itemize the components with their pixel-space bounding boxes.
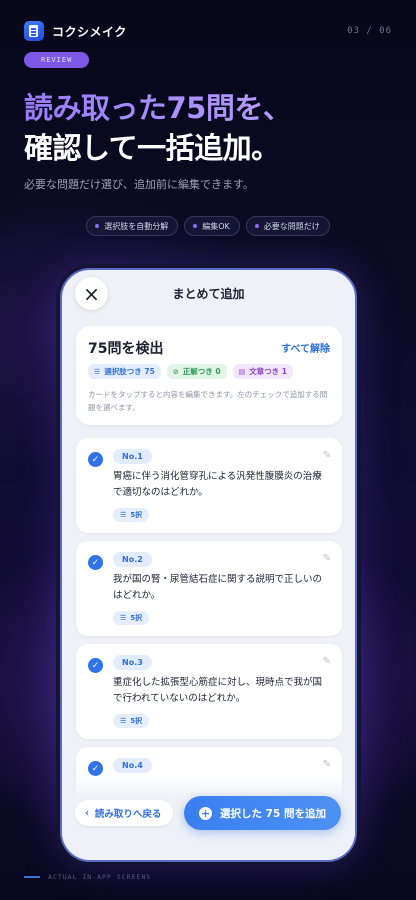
brand: コクシメイク	[24, 21, 127, 41]
question-number: No.1	[113, 449, 152, 464]
summary-hint: カードをタップすると内容を編集できます。左のチェックで追加する問題を選べます。	[88, 390, 328, 412]
question-text: 胃癌に伴う消化管穿孔による汎発性腹膜炎の治療で適切なのはどれか。	[113, 471, 322, 498]
document-icon: ▤	[238, 367, 246, 376]
screen-title: まとめて追加	[172, 287, 245, 301]
clear-all-button[interactable]: すべて解除	[281, 340, 330, 355]
question-text: 重症化した拡張型心筋症に対し、現時点で我が国で行われていないのはどれか。	[113, 677, 323, 704]
feature-chip-label: 編集OK	[202, 221, 230, 231]
choice-count-badge: ☰ 5択	[113, 508, 150, 522]
question-checkbox[interactable]: ✓	[88, 658, 103, 673]
tag-label: 選択肢つき 75	[104, 367, 155, 376]
footer-label: ACTUAL IN-APP SCREENS	[48, 873, 152, 881]
question-card[interactable]: ✓ No.2 ✎ 我が国の腎・尿管結石症に関する説明で正しいのはどれか。 ☰ 5択	[76, 541, 342, 636]
headline-line-1: 読み取った75問を、	[24, 88, 292, 128]
app-name: コクシメイク	[52, 24, 127, 39]
tag-with-answers: ⊘ 正解つき 0	[166, 364, 227, 379]
choice-count-label: 5択	[130, 614, 143, 622]
list-icon: ☰	[94, 367, 101, 376]
back-to-scan-button[interactable]: ‹ 読み取りへ戻る	[75, 800, 174, 826]
summary-card: 75問を検出 すべて解除 ☰ 選択肢つき 75 ⊘ 正解つき 0 ▤ 文章つき 1 カ…	[76, 326, 342, 425]
check-circle-icon: ⊘	[172, 367, 179, 376]
edit-icon[interactable]: ✎	[323, 656, 331, 667]
edit-icon[interactable]: ✎	[323, 450, 331, 461]
footer: ACTUAL IN-APP SCREENS	[24, 873, 151, 881]
question-card[interactable]: ✓ No.3 ✎ 重症化した拡張型心筋症に対し、現時点で我が国で行われていないの…	[76, 644, 342, 739]
section-badge: REVIEW	[24, 52, 90, 68]
edit-icon[interactable]: ✎	[323, 759, 331, 770]
subcopy: 必要な問題だけ選び、追加前に編集できます。	[24, 178, 254, 191]
question-text: 我が国の腎・尿管結石症に関する説明で正しいのはどれか。	[113, 574, 323, 601]
question-number: No.3	[113, 655, 152, 670]
feature-chip: 編集OK	[184, 216, 240, 236]
checkmark-icon: ✓	[91, 557, 100, 568]
feature-chip: 選択肢を自動分解	[86, 216, 179, 236]
dot-icon	[193, 224, 198, 228]
headline: 読み取った75問を、 確認して一括追加。	[24, 88, 292, 168]
phone-screen: × まとめて追加 75問を検出 すべて解除 ☰ 選択肢つき 75 ⊘ 正解つき 0 …	[60, 268, 357, 862]
checkmark-icon: ✓	[91, 454, 100, 465]
choice-count-badge: ☰ 5択	[113, 714, 150, 728]
question-number: No.2	[113, 552, 152, 567]
feature-chip-label: 選択肢を自動分解	[104, 221, 169, 231]
chevron-left-icon: ‹	[85, 807, 89, 819]
detected-count: 75問を検出	[88, 341, 164, 357]
tag-with-passages: ▤ 文章つき 1	[232, 364, 294, 379]
top-bar: コクシメイク 03 / 06	[24, 20, 392, 42]
app-logo-icon	[24, 21, 44, 41]
choice-count-label: 5択	[130, 717, 143, 725]
footer-divider	[24, 876, 40, 878]
add-button-label: 選択した 75 問を追加	[220, 807, 326, 820]
checkmark-icon: ✓	[91, 763, 100, 774]
page-indicator: 03 / 06	[347, 26, 392, 36]
list-icon: ☰	[120, 717, 127, 725]
feature-chip: 必要な問題だけ	[245, 216, 330, 236]
tag-label: 文章つき 1	[249, 367, 288, 376]
tag-label: 正解つき 0	[182, 367, 221, 376]
list-icon: ☰	[120, 614, 127, 622]
checkmark-icon: ✓	[91, 660, 100, 671]
edit-icon[interactable]: ✎	[323, 553, 331, 564]
choice-count-label: 5択	[130, 511, 143, 519]
dot-icon	[95, 224, 100, 228]
tag-with-choices: ☰ 選択肢つき 75	[88, 364, 161, 379]
feature-chip-label: 必要な問題だけ	[263, 221, 320, 231]
list-icon: ☰	[120, 511, 127, 519]
back-button-label: 読み取りへ戻る	[94, 809, 162, 820]
question-checkbox[interactable]: ✓	[88, 452, 103, 467]
question-number: No.4	[113, 758, 152, 773]
add-selected-button[interactable]: + 選択した 75 問を追加	[184, 796, 341, 830]
dot-icon	[254, 224, 259, 228]
choice-count-badge: ☰ 5択	[113, 611, 150, 625]
question-checkbox[interactable]: ✓	[88, 555, 103, 570]
plus-circle-icon: +	[199, 806, 213, 820]
headline-line-2: 確認して一括追加。	[24, 131, 280, 165]
question-card[interactable]: ✓ No.1 ✎ 胃癌に伴う消化管穿孔による汎発性腹膜炎の治療で適切なのはどれか…	[76, 438, 342, 533]
feature-chips: 選択肢を自動分解 編集OK 必要な問題だけ	[0, 216, 416, 236]
summary-tags: ☰ 選択肢つき 75 ⊘ 正解つき 0 ▤ 文章つき 1	[88, 364, 294, 379]
